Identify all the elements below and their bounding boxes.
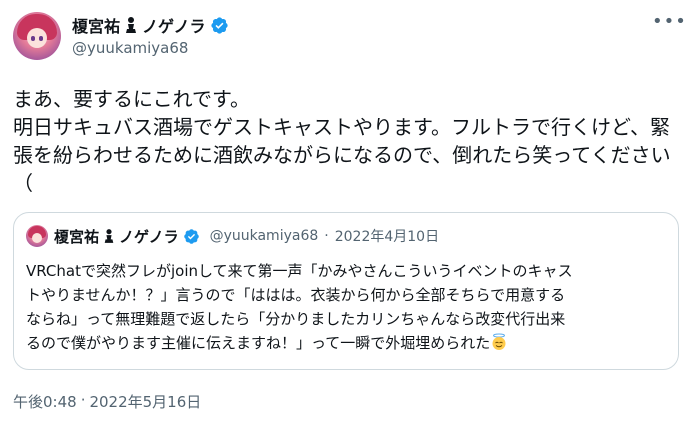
- avatar-face: [27, 28, 47, 48]
- quoted-tweet[interactable]: 榎宮祐 ノゲノラ @yuukamiya68 · 2022年4月10日 VRCha…: [13, 212, 679, 370]
- tweet-text-line: 張を紛らわせるために酒飲みながらになるので、倒れたら笑ってください: [13, 143, 671, 167]
- avatar-eye: [39, 36, 43, 41]
- separator-dot: ·: [80, 391, 86, 409]
- verified-badge-icon: [183, 228, 199, 244]
- tweet-text-line: まあ、要するにこれです。: [13, 87, 250, 111]
- quoted-text-line: るので僕がやります主催に伝えますね！」って一瞬で外堀埋められた: [26, 334, 491, 352]
- chess-pawn-icon: [104, 229, 114, 243]
- more-options-button[interactable]: •••: [652, 13, 686, 34]
- author-display-name[interactable]: 榎宮祐: [72, 13, 120, 37]
- tweet-text-line: （: [13, 171, 33, 195]
- quoted-text-line-last: るので僕がやります主催に伝えますね！」って一瞬で外堀埋められた: [26, 331, 666, 355]
- quoted-tweet-text: VRChatで突然フレがjoinして来て第一声「かみやさんこういうイベントのキャ…: [26, 259, 666, 355]
- quoted-text-line: VRChatで突然フレがjoinして来て第一声「かみやさんこういうイベントのキャ…: [26, 262, 573, 280]
- separator-dot: ·: [324, 228, 329, 244]
- tweet-timestamp[interactable]: 午後0:48 · 2022年5月16日: [13, 391, 201, 412]
- author-avatar[interactable]: [13, 12, 61, 60]
- tweet-text-line: 明日サキュバス酒場でゲストキャストやります。フルトラで行くけど、緊: [13, 115, 670, 139]
- tweet-time[interactable]: 午後0:48: [13, 391, 77, 412]
- quoted-author-display-name: 榎宮祐: [54, 227, 100, 246]
- author-handle[interactable]: @yuukamiya68: [72, 39, 188, 57]
- author-display-name-suffix[interactable]: ノゲノラ: [142, 13, 206, 37]
- smiling-face-with-halo-icon: [492, 333, 506, 350]
- author-name-row[interactable]: 榎宮祐 ノゲノラ: [72, 14, 229, 36]
- quoted-tweet-date: 2022年4月10日: [334, 229, 440, 245]
- verified-badge-icon: [210, 16, 228, 34]
- quoted-tweet-header: 榎宮祐 ノゲノラ @yuukamiya68 · 2022年4月10日: [54, 226, 439, 246]
- avatar-face: [32, 233, 42, 243]
- quoted-text-line: トやりませんか！？」言うので「ははは。衣装から何から全部そちらで用意する: [26, 286, 566, 304]
- quoted-author-avatar: [26, 225, 48, 247]
- quoted-text-line: ならね」って無理難題で返したら「分かりましたカリンちゃんなら改変代行出来: [26, 310, 566, 328]
- quoted-author-handle: @yuukamiya68: [209, 228, 319, 244]
- tweet-text: まあ、要するにこれです。 明日サキュバス酒場でゲストキャストやります。フルトラで…: [13, 85, 681, 197]
- chess-pawn-icon: [126, 17, 137, 33]
- avatar-eye: [31, 36, 35, 41]
- quoted-author-display-name-suffix: ノゲノラ: [119, 227, 179, 246]
- tweet-card: 榎宮祐 ノゲノラ @yuukamiya68 ••• まあ、要するにこれです。 明…: [0, 0, 688, 424]
- tweet-date[interactable]: 2022年5月16日: [89, 391, 201, 412]
